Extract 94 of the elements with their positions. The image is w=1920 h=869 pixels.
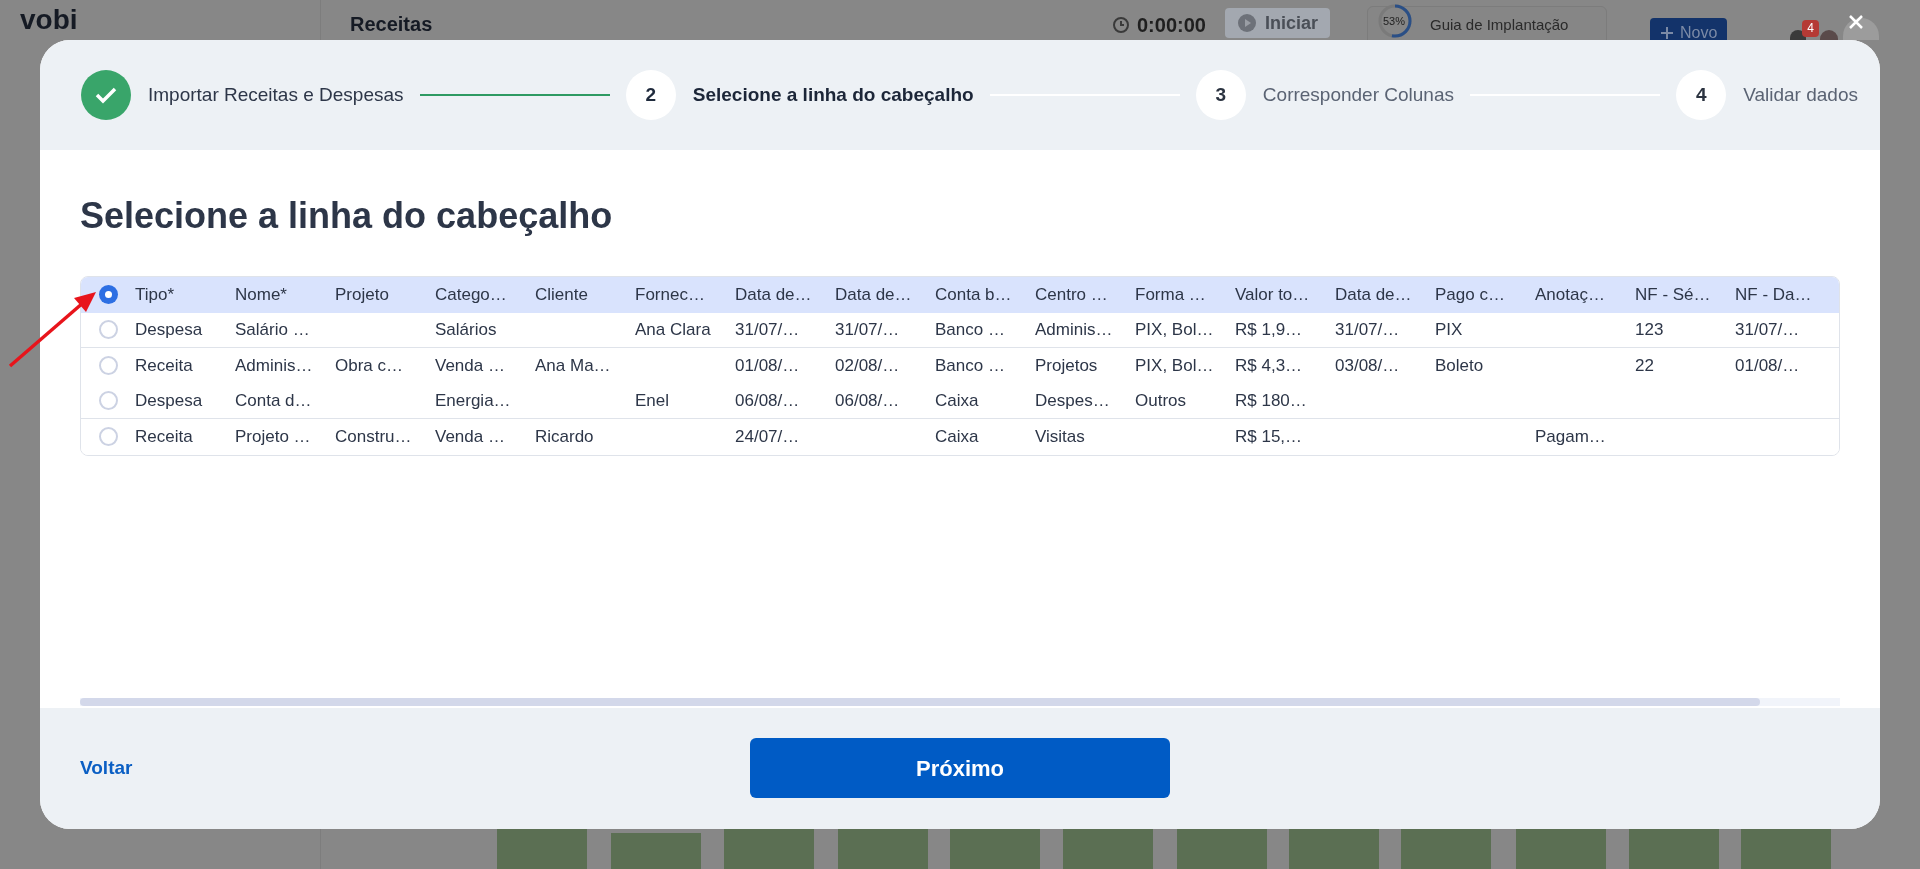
radio-button[interactable]: [98, 391, 118, 411]
table-cell-text: R$ 4,3…: [1235, 355, 1304, 377]
table-cell-text: Receita: [135, 355, 194, 377]
play-icon: [1237, 13, 1257, 33]
table-cell-text: 31/07/…: [735, 319, 801, 341]
column-header: Cliente: [535, 284, 589, 306]
table-cell-text: 06/08/…: [735, 390, 801, 412]
column-header: Forma …: [1135, 284, 1207, 306]
radio-button[interactable]: [98, 356, 118, 376]
table-cell-text: 01/08/…: [1735, 355, 1801, 377]
step-label: Selecione a linha do cabeçalho: [692, 82, 974, 107]
column-header: Anotaç…: [1535, 284, 1606, 306]
table-cell-text: Constru…: [335, 426, 413, 448]
radio-button[interactable]: [98, 285, 118, 305]
notification-badge: 4: [1802, 20, 1819, 37]
clock-icon: [1112, 16, 1130, 34]
table-cell-text: Salários: [435, 319, 498, 341]
column-header: Valor to…: [1235, 284, 1311, 306]
radio-button[interactable]: [98, 320, 118, 340]
step-label: Validar dados: [1743, 82, 1858, 107]
back-link[interactable]: Voltar: [80, 754, 133, 783]
plus-icon: [1660, 26, 1674, 40]
step-label: Importar Receitas e Despesas: [148, 82, 404, 107]
table-cell-text: Ana Clara: [635, 319, 712, 341]
table-cell-text: Caixa: [935, 426, 980, 448]
table-cell-text: Despes…: [1035, 390, 1111, 412]
column-header: Fornec…: [635, 284, 706, 306]
column-header: Data de…: [835, 284, 913, 306]
start-button[interactable]: Iniciar: [1225, 8, 1331, 38]
table-cell-text: Salário …: [235, 319, 311, 341]
column-header: Catego…: [435, 284, 508, 306]
guide-title: Guia de Implantação: [1430, 15, 1569, 35]
table-cell-text: 06/08/…: [835, 390, 901, 412]
table-cell-text: Despesa: [135, 319, 204, 341]
column-header: NF - Sé…: [1635, 284, 1712, 306]
logo: vobi: [20, 4, 78, 36]
table-cell-text: 22: [1635, 355, 1655, 377]
table-cell-text: Conta d…: [235, 390, 313, 412]
table-cell-text: Banco …: [935, 355, 1006, 377]
table-cell-text: Boleto: [1435, 355, 1485, 377]
table-cell-text: Projeto …: [235, 426, 312, 448]
timer-text: 0:00:00: [1137, 13, 1206, 37]
table-cell-text: Receita: [135, 426, 194, 448]
progress-ring: [1378, 4, 1412, 38]
table-cell-text: PIX, Bol…: [1135, 319, 1215, 341]
column-header: Data de…: [1335, 284, 1413, 306]
column-header: NF - Da…: [1735, 284, 1813, 306]
table-cell-text: 31/07/…: [1735, 319, 1801, 341]
table-cell-text: Despesa: [135, 390, 204, 412]
column-header: Conta b…: [935, 284, 1013, 306]
column-header: Projeto: [335, 284, 390, 306]
table-cell-text: 31/07/…: [835, 319, 901, 341]
page-title: Receitas: [350, 12, 433, 36]
table-cell-text: 02/08/…: [835, 355, 901, 377]
column-header: Pago c…: [1435, 284, 1506, 306]
column-header: Tipo*: [135, 284, 176, 306]
table-cell-text: Venda …: [435, 355, 506, 377]
column-header: Data de…: [735, 284, 813, 306]
step-number: 2: [625, 70, 676, 120]
table-cell-text: Ana Ma…: [535, 355, 612, 377]
column-header: Nome*: [235, 284, 288, 306]
radio-button[interactable]: [98, 427, 118, 447]
table-cell-text: Obra c…: [335, 355, 405, 377]
table-cell-text: Projetos: [1035, 355, 1099, 377]
step-number: 3: [1195, 70, 1246, 120]
table-cell-text: Adminis…: [235, 355, 314, 377]
table-cell-text: 123: [1635, 319, 1665, 341]
page-heading: Selecione a linha do cabeçalho: [80, 194, 614, 238]
table-cell-text: Enel: [635, 390, 671, 412]
table-cell-text: Banco …: [935, 319, 1006, 341]
table-cell-text: Venda …: [435, 426, 506, 448]
avatar[interactable]: [1843, 18, 1879, 40]
progress-percent: 53%: [1383, 15, 1406, 27]
table-cell-text: R$ 180…: [1235, 390, 1308, 412]
column-header: Centro …: [1035, 284, 1109, 306]
table-cell-text: R$ 15,…: [1235, 426, 1304, 448]
table-cell-text: Ricardo: [535, 426, 595, 448]
table-cell-text: PIX, Bol…: [1135, 355, 1215, 377]
next-button[interactable]: Próximo: [750, 738, 1170, 798]
table-cell-text: Outros: [1135, 390, 1188, 412]
table-cell-text: PIX: [1435, 319, 1464, 341]
table-cell-text: Pagam…: [1535, 426, 1607, 448]
table-cell-text: Caixa: [935, 390, 980, 412]
check-icon: [95, 86, 117, 104]
table-cell-text: Adminis…: [1035, 319, 1114, 341]
table-cell-text: 24/07/…: [735, 426, 801, 448]
table-cell-text: 03/08/…: [1335, 355, 1401, 377]
step-number: 4: [1676, 70, 1727, 120]
step-label: Corresponder Colunas: [1262, 82, 1454, 107]
table-cell-text: 31/07/…: [1335, 319, 1401, 341]
table-cell-text: Visitas: [1035, 426, 1086, 448]
table-cell-text: 01/08/…: [735, 355, 801, 377]
table-cell-text: Energia…: [435, 390, 512, 412]
table-cell-text: R$ 1,9…: [1235, 319, 1304, 341]
